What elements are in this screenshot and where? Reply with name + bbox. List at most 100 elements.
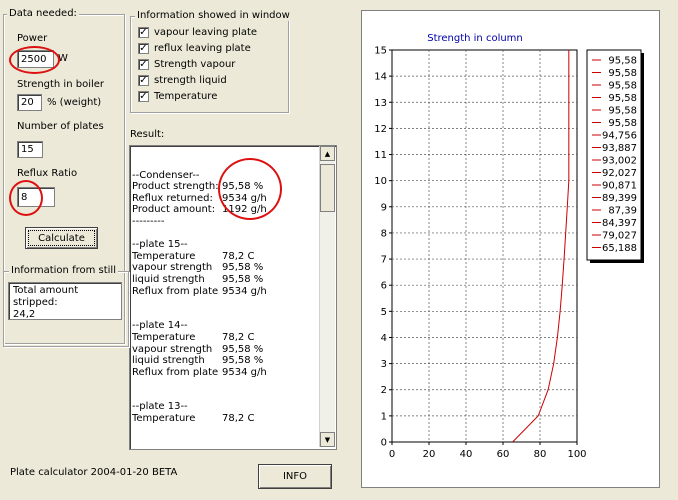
x-tick-label: 20 [423, 449, 436, 460]
legend-entry: 94,756 [602, 131, 637, 142]
legend-entry: 95,58 [608, 81, 637, 92]
triangle-down-icon: ▼ [324, 435, 331, 444]
result-line: --plate 15-- [132, 239, 188, 251]
y-tick-label: 14 [374, 72, 387, 83]
result-line [132, 297, 317, 309]
y-tick-label: 13 [374, 98, 387, 109]
y-tick-label: 11 [374, 150, 387, 161]
checkbox-label: strength liquid [154, 75, 227, 86]
checkbox-label: Strength vapour [154, 59, 236, 70]
checkbox-strength-vapour[interactable]: ✓ Strength vapour [138, 59, 235, 70]
strength-chart: Strength in column0123456789101112131415… [374, 33, 644, 460]
power-highlight [9, 46, 60, 74]
checkbox-strength-liquid[interactable]: ✓ strength liquid [138, 75, 227, 86]
legend-entry: 93,887 [602, 143, 637, 154]
y-tick-label: 12 [374, 124, 387, 135]
plates-label: Number of plates [17, 121, 104, 132]
result-line: liquid strength 95,58 % [132, 355, 264, 367]
strength-unit: % (weight) [47, 97, 102, 108]
result-scrollbar[interactable]: ▲ ▼ [319, 146, 335, 447]
y-tick-label: 0 [381, 438, 387, 449]
legend-entry: 79,027 [602, 231, 637, 242]
chart-panel: Strength in column 0 1 2 3 4 5 6 7 8 9 10 11 12 13 14 15… [361, 10, 660, 488]
y-tick-label: 4 [381, 333, 387, 344]
reflux-label: Reflux Ratio [17, 168, 78, 179]
scroll-thumb[interactable] [320, 164, 335, 212]
scroll-down-button[interactable]: ▼ [320, 432, 335, 447]
y-tick-label: 2 [381, 385, 387, 396]
y-tick-label: 7 [381, 255, 387, 266]
y-tick-label: 5 [381, 307, 387, 318]
power-label: Power [17, 33, 48, 44]
result-line: vapour strength 95,58 % [132, 343, 264, 355]
result-line [132, 158, 317, 170]
check-icon: ✓ [138, 26, 149, 38]
strength-label: Strength in boiler [17, 79, 105, 90]
result-label: Result: [130, 129, 165, 140]
result-line: --plate 13-- [132, 401, 188, 413]
legend-entry: 65,188 [602, 243, 637, 254]
result-line [132, 228, 317, 240]
legend-entry: 95,58 [608, 68, 637, 79]
check-icon: ✓ [138, 58, 149, 70]
result-line: --plate 14-- [132, 320, 188, 332]
x-tick-label: 80 [534, 449, 547, 460]
x-tick-label: 60 [497, 449, 510, 460]
checkbox-temperature[interactable]: ✓ Temperature [138, 91, 217, 102]
chart-title: Strength in column [427, 33, 523, 44]
x-tick-label: 40 [460, 449, 473, 460]
y-tick-label: 9 [381, 202, 387, 213]
legend-entry: 84,397 [602, 218, 637, 229]
result-line: liquid strength 95,58 % [132, 273, 264, 285]
y-tick-label: 8 [381, 228, 387, 239]
still-textbox[interactable]: Total amount stripped: 24,2 [8, 282, 122, 320]
legend-entry: 95,58 [608, 56, 637, 67]
result-line: --------- [132, 215, 165, 227]
data-needed-title: Data needed: [7, 8, 79, 19]
info-window-title: Information showed in window [135, 10, 292, 21]
y-tick-label: 6 [381, 281, 387, 292]
legend-entry: 93,002 [602, 156, 637, 167]
triangle-up-icon: ▲ [324, 149, 331, 158]
checkbox-label: vapour leaving plate [154, 27, 258, 38]
y-tick-label: 10 [374, 176, 387, 187]
calculate-button[interactable]: Calculate [25, 227, 98, 249]
strength-input[interactable] [17, 94, 42, 111]
check-icon: ✓ [138, 74, 149, 86]
result-line: vapour strength 95,58 % [132, 262, 264, 274]
result-line [132, 378, 317, 390]
result-line: Reflux from plate 9534 g/h [132, 285, 267, 297]
result-line [132, 309, 317, 321]
legend-entry: 90,871 [602, 181, 637, 192]
result-line: Temperature 78,2 C [132, 331, 255, 343]
checkbox-vapour-leaving-plate[interactable]: ✓ vapour leaving plate [138, 27, 257, 38]
still-text-line2: 24,2 [13, 309, 36, 320]
legend-entry: 92,027 [602, 168, 637, 179]
y-tick-label: 3 [381, 359, 387, 370]
legend-entry: 89,399 [602, 193, 637, 204]
legend-entry: 87,39 [608, 206, 637, 217]
scroll-up-button[interactable]: ▲ [320, 146, 335, 161]
checkbox-label: reflux leaving plate [154, 43, 251, 54]
check-icon: ✓ [138, 42, 149, 54]
result-line: Temperature 78,2 C [132, 250, 255, 262]
reflux-highlight [9, 180, 43, 216]
y-tick-label: 15 [374, 46, 387, 57]
x-tick-label: 100 [567, 449, 586, 460]
y-tick-label: 1 [381, 411, 387, 422]
check-icon: ✓ [138, 90, 149, 102]
legend-entry: 95,58 [608, 106, 637, 117]
checkbox-label: Temperature [154, 91, 218, 102]
result-line: Temperature 78,2 C [132, 413, 255, 425]
result-highlight [218, 158, 282, 220]
legend-entry: 95,58 [608, 93, 637, 104]
info-button[interactable]: INFO [258, 464, 332, 489]
x-tick-label: 0 [389, 449, 395, 460]
legend-entry: 95,58 [608, 118, 637, 129]
result-line [132, 390, 317, 402]
plates-input[interactable] [17, 141, 43, 158]
checkbox-reflux-leaving-plate[interactable]: ✓ reflux leaving plate [138, 43, 251, 54]
version-text: Plate calculator 2004-01-20 BETA [10, 467, 178, 478]
still-text-line1: Total amount stripped: [13, 285, 79, 308]
result-line: Reflux from plate 9534 g/h [132, 366, 267, 378]
